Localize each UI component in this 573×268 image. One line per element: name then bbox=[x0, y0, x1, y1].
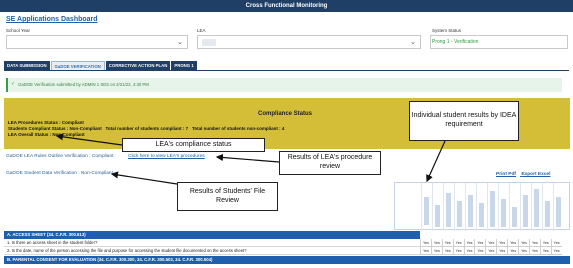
grid-divider bbox=[454, 183, 455, 231]
answer-cell: Yes bbox=[485, 247, 497, 255]
arrow-students-file bbox=[110, 171, 178, 185]
section-parental-consent: B. PARENTAL CONSENT FOR EVALUATION (34. … bbox=[4, 256, 570, 264]
system-status-label: System Status bbox=[432, 28, 462, 33]
alert-text: GaDOE Verification submitted by ADMIN 1 … bbox=[18, 82, 149, 87]
student-name-redacted bbox=[446, 193, 451, 227]
callout-lea-procedures: Results of LEA's procedure review bbox=[279, 151, 381, 175]
answer-cell: Yes bbox=[507, 239, 519, 247]
grid-divider bbox=[553, 183, 554, 231]
answer-cell: Yes bbox=[550, 239, 562, 247]
answer-cell: Yes bbox=[430, 239, 442, 247]
student-name-redacted bbox=[545, 201, 550, 227]
lea-label: LEA bbox=[197, 28, 206, 33]
answer-cell: Yes bbox=[539, 247, 551, 255]
callout-students-file: Results of Students' File Review bbox=[177, 182, 278, 211]
answer-cell: Yes bbox=[420, 239, 431, 247]
num-noncompliant: Total number of students non-compliant :… bbox=[191, 126, 285, 131]
answer-cell: Yes bbox=[518, 247, 529, 255]
tab-bar: DATA SUBMISSION GaDOE VERIFICATION CORRE… bbox=[4, 61, 198, 70]
num-compliant: Total number of students compliant : 7 bbox=[105, 126, 189, 131]
chevron-down-icon: ⌄ bbox=[410, 39, 416, 46]
system-status-value: Prong 1 - Verification bbox=[432, 39, 479, 45]
answer-cell: Yes bbox=[528, 239, 540, 247]
answer-cell: Yes bbox=[496, 247, 508, 255]
lea-procedures-status: LEA Procedures Status : Compliant bbox=[8, 120, 84, 125]
answer-cell: Yes bbox=[518, 239, 529, 247]
check-icon: ✓ bbox=[11, 81, 16, 87]
section-access-sheet: A. ACCESS SHEET (34. C.F.R. 300.613) bbox=[4, 231, 420, 239]
view-lea-procedures-link[interactable]: Click here to view LEA's procedures bbox=[128, 154, 205, 159]
grid-divider bbox=[542, 183, 543, 231]
dashboard-link[interactable]: SE Applications Dashboard bbox=[6, 16, 98, 23]
student-name-redacted bbox=[468, 195, 473, 227]
grid-divider bbox=[487, 183, 488, 231]
grid-divider bbox=[476, 183, 477, 231]
tab-divider bbox=[4, 70, 569, 71]
chevron-down-icon: ⌄ bbox=[177, 39, 183, 46]
student-name-redacted bbox=[534, 189, 539, 227]
arrow-lea-procedures bbox=[215, 153, 280, 163]
answer-cell: Yes bbox=[539, 239, 551, 247]
grid-divider bbox=[531, 183, 532, 231]
answer-cell: Yes bbox=[463, 247, 475, 255]
student-name-redacted bbox=[435, 205, 440, 227]
success-alert: ✓ GaDOE Verification submitted by ADMIN … bbox=[6, 78, 562, 92]
grid-divider bbox=[520, 183, 521, 231]
answer-cell: Yes bbox=[550, 247, 562, 255]
student-name-redacted bbox=[501, 199, 506, 227]
question-row: 2. Is the date, name of the person acces… bbox=[4, 247, 420, 255]
callout-lea-status: LEA's compliance status bbox=[122, 138, 265, 152]
student-name-redacted bbox=[457, 201, 462, 227]
student-name-redacted bbox=[479, 203, 484, 227]
answer-cell: Yes bbox=[452, 239, 464, 247]
callout-individual-results: Individual student results by IDEA requi… bbox=[409, 101, 519, 141]
lea-rules-verification: GaDOE LEA Rules Outline Verification : C… bbox=[6, 154, 114, 159]
answer-cell: Yes bbox=[452, 247, 464, 255]
student-name-redacted bbox=[523, 195, 528, 227]
student-name-redacted bbox=[424, 197, 429, 225]
answer-cell: Yes bbox=[430, 247, 442, 255]
lea-select[interactable]: ⌄ bbox=[197, 35, 421, 49]
school-year-select[interactable]: ⌄ bbox=[6, 35, 188, 49]
answer-cell: Yes bbox=[474, 239, 486, 247]
answer-cell: Yes bbox=[420, 247, 431, 255]
students-compliant-status: Students Compliant Status : Non-Complian… bbox=[8, 126, 285, 131]
student-data-verification: GaDOE Student Data Verification : Non-Co… bbox=[6, 171, 113, 176]
grid-divider bbox=[465, 183, 466, 231]
answer-cell: Yes bbox=[528, 247, 540, 255]
answer-cell: Yes bbox=[474, 247, 486, 255]
tab-prong-1[interactable]: PRONG 1 bbox=[171, 61, 197, 70]
grid-divider bbox=[421, 183, 422, 231]
student-name-redacted bbox=[512, 207, 517, 227]
answer-cell: Yes bbox=[463, 239, 475, 247]
export-excel-link[interactable]: Export Excel bbox=[521, 172, 550, 177]
print-pdf-link[interactable]: Print Pdf bbox=[496, 172, 516, 177]
grid-divider bbox=[443, 183, 444, 231]
answer-row-2: Yes Yes Yes Yes Yes Yes Yes Yes Yes Yes … bbox=[420, 247, 562, 255]
tab-data-submission[interactable]: DATA SUBMISSION bbox=[4, 61, 50, 70]
answer-cell: Yes bbox=[507, 247, 519, 255]
export-links: Print Pdf Export Excel bbox=[496, 172, 554, 177]
grid-divider bbox=[509, 183, 510, 231]
answer-cell: Yes bbox=[441, 239, 453, 247]
answer-cell: Yes bbox=[485, 239, 497, 247]
answer-row-1: Yes Yes Yes Yes Yes Yes Yes Yes Yes Yes … bbox=[420, 239, 562, 247]
answer-cell: Yes bbox=[496, 239, 508, 247]
student-name-redacted bbox=[490, 191, 495, 227]
lea-overall-status: LEA Overall Status : Non-Compliant bbox=[8, 132, 85, 137]
tab-corrective-action-plan[interactable]: CORRECTIVE ACTION PLAN bbox=[105, 61, 171, 70]
answer-cell: Yes bbox=[441, 247, 453, 255]
app-title-bar: Cross Functional Monitoring bbox=[0, 0, 573, 12]
compliance-status-title: Compliance Status bbox=[258, 111, 313, 117]
lea-value-redacted bbox=[202, 39, 216, 46]
school-year-label: School Year bbox=[6, 28, 31, 33]
student-name-redacted bbox=[556, 197, 561, 227]
student-results-grid bbox=[394, 182, 570, 231]
question-row: 1. Is there an access sheet in the stude… bbox=[4, 239, 420, 247]
grid-divider bbox=[498, 183, 499, 231]
grid-divider bbox=[432, 183, 433, 231]
tab-gadoe-verification[interactable]: GaDOE VERIFICATION bbox=[50, 61, 105, 70]
